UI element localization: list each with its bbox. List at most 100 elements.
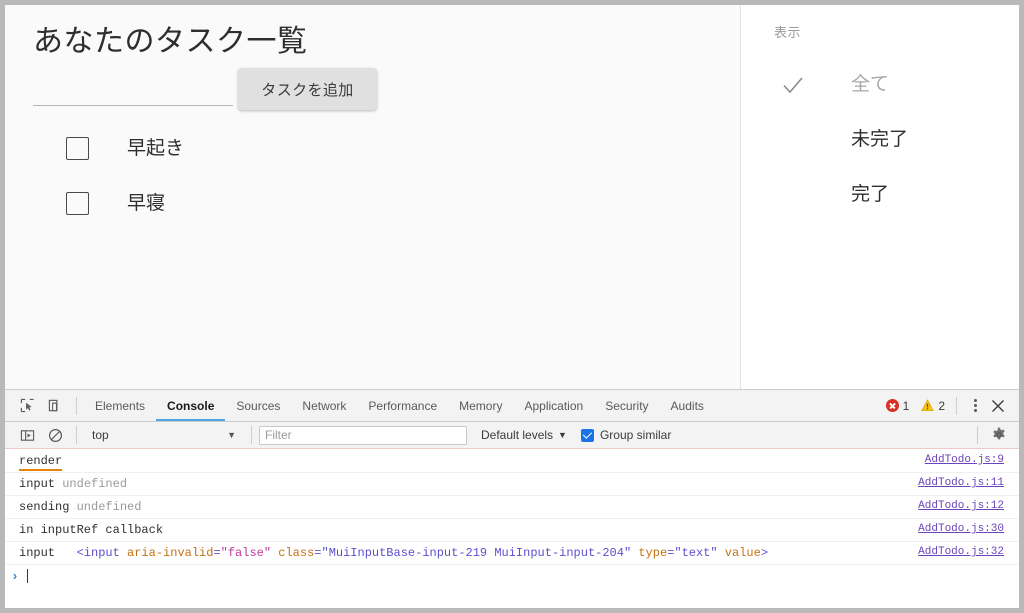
console-message[interactable]: input undefined AddTodo.js:11: [5, 473, 1019, 496]
tab-performance[interactable]: Performance: [357, 390, 448, 421]
warning-icon: [921, 399, 935, 412]
tab-elements[interactable]: Elements: [84, 390, 156, 421]
chevron-down-icon: ▼: [227, 430, 236, 440]
toggle-device-toolbar-icon[interactable]: [41, 392, 69, 420]
check-icon: [781, 73, 805, 97]
filter-panel: 表示 全て 未完了 完了: [741, 5, 1019, 389]
page-title: あなたのタスク一覧: [33, 25, 308, 58]
warning-count-badge[interactable]: 2: [921, 399, 945, 413]
console-token: render: [19, 454, 63, 471]
console-token: [718, 546, 725, 560]
browser-window: あなたのタスク一覧 タスクを追加 早起き 早寝 表示 全て 未完了 完了 Ele…: [0, 0, 1024, 613]
console-message[interactable]: in inputRef callback AddTodo.js:30: [5, 519, 1019, 542]
todo-label: 早寝: [127, 193, 166, 214]
todo-list: 早起き 早寝: [5, 125, 740, 235]
devtools-tabbar: Elements Console Sources Network Perform…: [5, 390, 1019, 422]
tab-audits[interactable]: Audits: [660, 390, 715, 421]
console-message[interactable]: sending undefined AddTodo.js:12: [5, 496, 1019, 519]
filter-option-label: 全て: [851, 74, 890, 95]
console-token: =: [213, 546, 221, 560]
console-filter-input[interactable]: [259, 425, 467, 445]
console-sidebar-toggle-icon[interactable]: [13, 421, 41, 449]
tab-memory[interactable]: Memory: [448, 390, 513, 421]
console-token: =: [314, 546, 322, 560]
execution-context-value: top: [92, 428, 109, 442]
todo-checkbox[interactable]: [66, 137, 89, 160]
execution-context-select[interactable]: top ▼: [84, 425, 244, 445]
page-viewport: あなたのタスク一覧 タスクを追加 早起き 早寝 表示 全て 未完了 完了: [5, 5, 1019, 389]
console-message-text: input undefined: [19, 477, 127, 491]
console-token: sending: [19, 500, 77, 514]
error-count-value: 1: [902, 398, 910, 413]
warning-count-value: 2: [938, 398, 945, 413]
filter-option-list: 全て 未完了 完了: [741, 65, 1019, 230]
console-source-link[interactable]: AddTodo.js:9: [925, 454, 1004, 466]
console-token: in inputRef callback: [19, 523, 164, 537]
tab-sources[interactable]: Sources: [225, 390, 291, 421]
console-output[interactable]: render AddTodo.js:9 input undefined AddT…: [5, 450, 1019, 608]
console-token: <input: [76, 546, 128, 560]
console-message[interactable]: render AddTodo.js:9: [5, 450, 1019, 473]
filter-option-complete[interactable]: 完了: [741, 175, 1019, 230]
console-source-link[interactable]: AddTodo.js:30: [918, 523, 1004, 535]
todo-label: 早起き: [127, 138, 185, 159]
console-filterbar: top ▼ Default levels ▼ Group similar: [5, 422, 1019, 449]
devtools-tabbar-right: 1 2: [885, 394, 1019, 418]
console-token: input: [19, 477, 63, 491]
todo-item[interactable]: 早寝: [5, 180, 740, 235]
console-token: value: [724, 546, 761, 560]
console-prompt[interactable]: ›: [5, 565, 1019, 587]
text-cursor: [26, 569, 29, 583]
toolbar-divider: [977, 426, 978, 444]
tab-security[interactable]: Security: [594, 390, 659, 421]
toolbar-divider: [76, 426, 77, 444]
console-token: "false": [220, 546, 272, 560]
todo-checkbox[interactable]: [66, 192, 89, 215]
console-source-link[interactable]: AddTodo.js:11: [918, 477, 1004, 489]
console-token: "text": [674, 546, 718, 560]
todo-item[interactable]: 早起き: [5, 125, 740, 180]
error-icon: [885, 399, 899, 412]
console-token: class: [278, 546, 315, 560]
console-message-text: in inputRef callback: [19, 523, 163, 537]
filter-panel-heading: 表示: [774, 25, 801, 40]
tab-network[interactable]: Network: [291, 390, 357, 421]
group-similar-checkbox[interactable]: Group similar: [580, 428, 672, 442]
filter-option-incomplete[interactable]: 未完了: [741, 120, 1019, 175]
clear-console-icon[interactable]: [41, 421, 69, 449]
prompt-caret-icon: ›: [11, 568, 19, 584]
log-levels-select[interactable]: Default levels ▼: [481, 428, 567, 442]
console-source-link[interactable]: AddTodo.js:12: [918, 500, 1004, 512]
more-options-icon[interactable]: [964, 395, 986, 417]
todo-main-panel: あなたのタスク一覧 タスクを追加 早起き 早寝: [5, 5, 740, 389]
devtools-panel: Elements Console Sources Network Perform…: [5, 389, 1019, 608]
new-task-input[interactable]: [33, 77, 233, 106]
log-levels-value: Default levels: [481, 428, 554, 442]
error-count-badge[interactable]: 1: [885, 398, 910, 413]
console-token: undefined: [76, 500, 142, 514]
toolbar-divider: [251, 426, 252, 444]
console-token: aria-invalid: [127, 546, 214, 560]
console-message[interactable]: input <input aria-invalid="false" class=…: [5, 542, 1019, 565]
console-token: >: [760, 546, 769, 560]
checkbox-checked-icon: [580, 428, 594, 442]
tab-console[interactable]: Console: [156, 390, 226, 421]
filter-option-label: 未完了: [851, 129, 909, 150]
add-task-button[interactable]: タスクを追加: [238, 68, 377, 110]
console-message-text: sending undefined: [19, 500, 141, 514]
filter-option-all[interactable]: 全て: [741, 65, 1019, 120]
console-token: "MuiInputBase-input-219 MuiInput-input-2…: [321, 546, 632, 560]
toolbar-divider: [76, 396, 77, 415]
inspect-element-icon[interactable]: [13, 392, 41, 420]
console-filterbar-right: [970, 424, 1019, 446]
close-icon[interactable]: [986, 394, 1010, 418]
console-source-link[interactable]: AddTodo.js:32: [918, 546, 1004, 558]
console-message-text: input <input aria-invalid="false" class=…: [19, 546, 768, 560]
filter-option-label: 完了: [851, 184, 890, 205]
console-token: input: [19, 546, 77, 560]
console-message-text: render: [19, 454, 63, 471]
group-similar-label: Group similar: [599, 428, 672, 442]
tab-application[interactable]: Application: [513, 390, 594, 421]
toolbar-divider: [956, 396, 957, 415]
gear-icon[interactable]: [985, 424, 1013, 446]
